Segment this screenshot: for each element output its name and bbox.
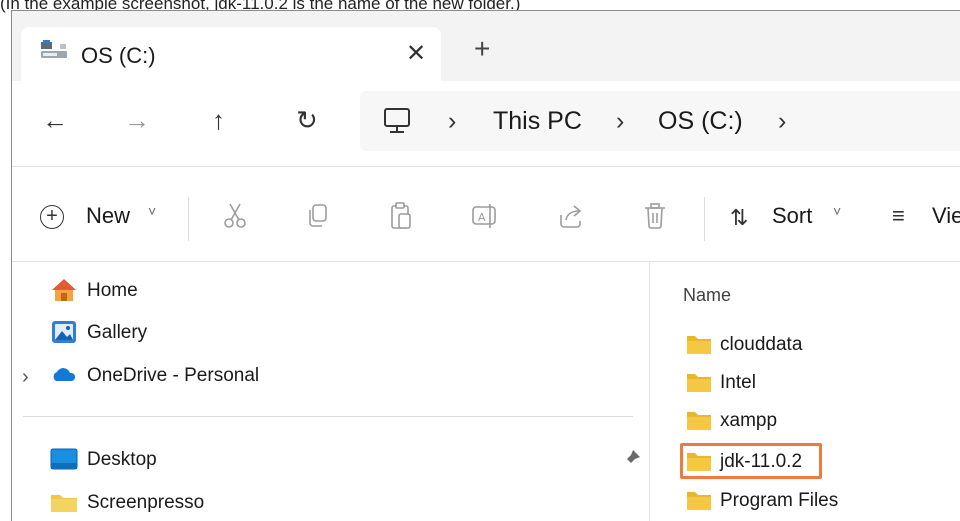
folder-icon: [687, 492, 711, 510]
command-bar: + New ˅ A ⇅ Sort ˅ ≡ Vi: [12, 167, 960, 262]
chevron-down-icon: ˅: [148, 203, 157, 219]
nav-item-label: OneDrive - Personal: [87, 365, 260, 386]
up-button[interactable]: ↑: [212, 107, 225, 133]
nav-item-label: Home: [87, 280, 138, 301]
toolbar-separator: [188, 197, 189, 241]
nav-item-label: Screenpresso: [87, 492, 205, 513]
toolbar-separator: [704, 197, 705, 241]
new-tab-button[interactable]: +: [474, 35, 490, 63]
gallery-icon: [52, 321, 76, 343]
close-tab-icon[interactable]: ✕: [406, 39, 426, 68]
file-name: xampp: [720, 410, 778, 431]
folder-icon: [687, 336, 711, 354]
cut-icon[interactable]: [220, 201, 250, 231]
this-pc-icon: [384, 108, 410, 133]
share-icon[interactable]: [556, 201, 586, 231]
file-explorer-window: OS (C:) ✕ + ← → ↑ ↻ › This PC › OS (C:) …: [11, 10, 960, 521]
copy-icon[interactable]: [302, 201, 332, 231]
tab-os-c[interactable]: OS (C:) ✕: [21, 27, 441, 83]
breadcrumb-separator[interactable]: ›: [778, 107, 786, 136]
expand-chevron-icon[interactable]: ›: [22, 366, 29, 389]
nav-item-label: Desktop: [87, 449, 157, 470]
plus-icon: +: [40, 205, 64, 229]
refresh-button[interactable]: ↻: [296, 107, 318, 133]
back-button[interactable]: ←: [42, 107, 68, 133]
home-icon: [52, 279, 76, 301]
rename-icon[interactable]: A: [470, 201, 500, 231]
highlight-box: [680, 443, 822, 479]
breadcrumb-os-c[interactable]: OS (C:): [658, 107, 743, 136]
nav-item-label: Gallery: [87, 322, 148, 343]
address-bar[interactable]: › This PC › OS (C:) ›: [360, 91, 960, 151]
sort-icon: ⇅: [730, 205, 749, 230]
caption-text: (In the example screenshot, jdk-11.0.2 i…: [0, 0, 521, 13]
desktop-icon: [50, 448, 78, 470]
sort-label: Sort: [772, 203, 813, 228]
paste-icon[interactable]: [386, 201, 416, 231]
folder-icon: [687, 412, 711, 430]
column-header-name[interactable]: Name: [683, 285, 731, 306]
file-name: Intel: [720, 372, 756, 393]
folder-icon: [687, 374, 711, 392]
nav-divider: [23, 416, 633, 417]
svg-text:A: A: [478, 211, 486, 224]
pin-icon[interactable]: [620, 448, 642, 470]
view-icon: ≡: [892, 203, 905, 228]
forward-button[interactable]: →: [124, 107, 150, 133]
new-label: New: [86, 203, 131, 228]
breadcrumb-separator[interactable]: ›: [448, 107, 456, 136]
navigation-bar: ← → ↑ ↻ › This PC › OS (C:) ›: [12, 81, 960, 166]
breadcrumb-this-pc[interactable]: This PC: [493, 107, 582, 136]
file-name: clouddata: [720, 334, 803, 355]
file-list: Name clouddata Intel xampp jdk-11.0.2 Pr…: [650, 262, 960, 521]
delete-icon[interactable]: [640, 201, 670, 231]
folder-icon: [51, 495, 77, 512]
file-name: Program Files: [720, 490, 839, 511]
tab-title: OS (C:): [81, 43, 156, 68]
chevron-down-icon: ˅: [833, 203, 842, 219]
view-label: View: [932, 203, 960, 228]
breadcrumb-separator[interactable]: ›: [616, 107, 624, 136]
drive-icon: [41, 40, 67, 58]
tab-strip: OS (C:) ✕ +: [12, 11, 960, 83]
onedrive-icon: [53, 368, 76, 381]
